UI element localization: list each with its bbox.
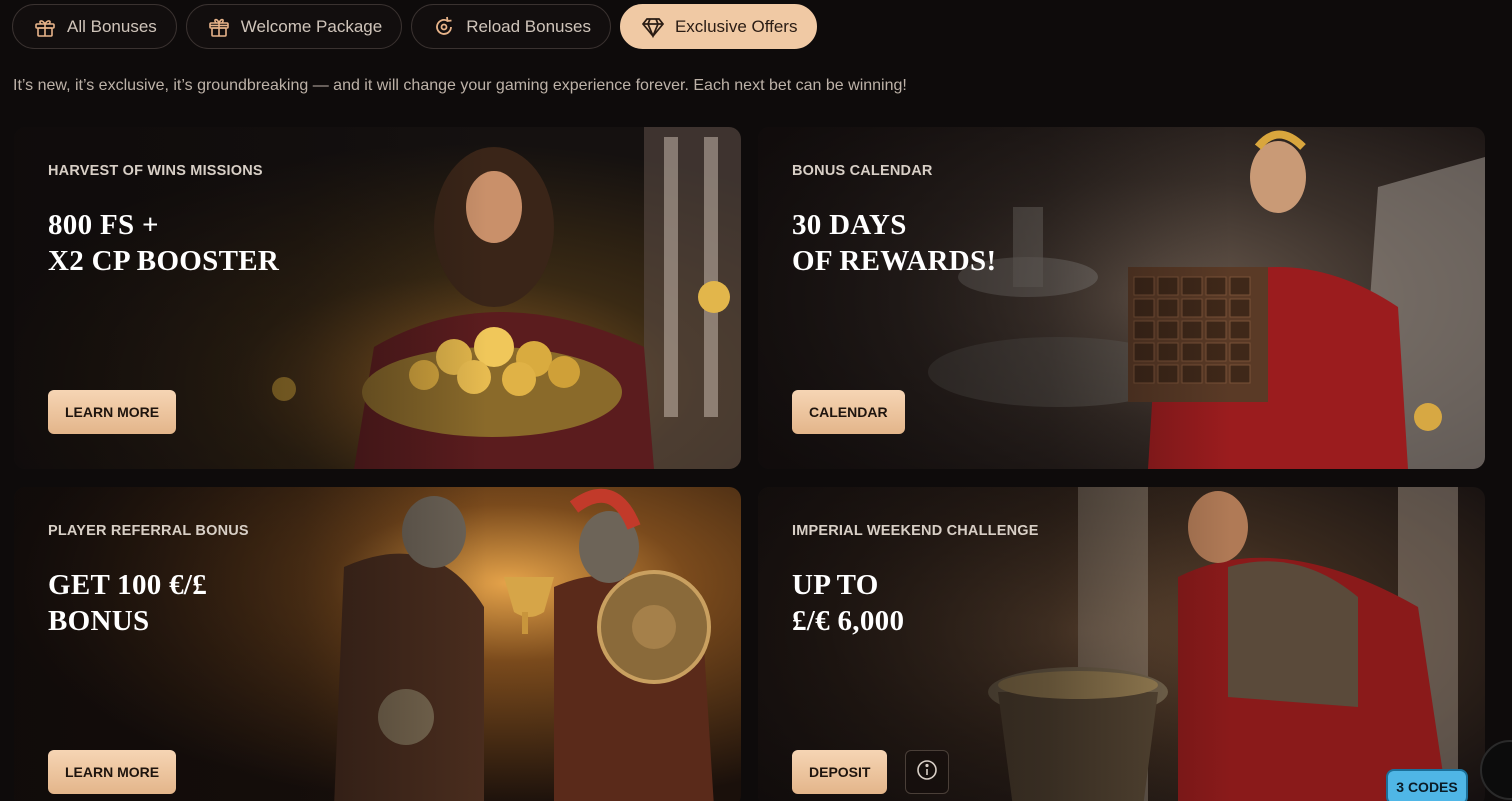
info-button[interactable] (905, 750, 949, 794)
card-label: BONUS CALENDAR (792, 163, 933, 179)
tab-all-bonuses[interactable]: All Bonuses (12, 4, 177, 49)
card-label: HARVEST OF WINS MISSIONS (48, 163, 263, 179)
intro-text: It’s new, it’s exclusive, it’s groundbre… (13, 77, 907, 94)
card-label: IMPERIAL WEEKEND CHALLENGE (792, 523, 1039, 539)
tab-label: Reload Bonuses (466, 16, 591, 36)
tab-label: All Bonuses (67, 16, 157, 36)
offer-card-calendar: BONUS CALENDAR 30 DAYS OF REWARDS! CALEN… (758, 127, 1485, 469)
tab-exclusive-offers[interactable]: Exclusive Offers (619, 4, 818, 49)
tab-label: Exclusive Offers (674, 16, 798, 36)
learn-more-button[interactable]: LEARN MORE (48, 390, 177, 434)
card-headline: 800 FS + X2 CP BOOSTER (48, 209, 280, 277)
reload-icon (432, 15, 456, 39)
info-icon (916, 759, 938, 786)
codes-badge[interactable]: 3 CODES (1386, 769, 1468, 801)
bonus-tabs: All Bonuses Welcome Package Reload Bonus… (12, 4, 818, 49)
offer-card-referral: PLAYER REFERRAL BONUS GET 100 €/£ BONUS … (14, 487, 741, 801)
calendar-button[interactable]: CALENDAR (792, 390, 905, 434)
card-headline: UP TO £/€ 6,000 (792, 569, 905, 637)
deposit-button[interactable]: DEPOSIT (792, 750, 888, 794)
offer-card-harvest: HARVEST OF WINS MISSIONS 800 FS + X2 CP … (14, 127, 741, 469)
gift-box-icon (207, 15, 231, 39)
tab-reload-bonuses[interactable]: Reload Bonuses (411, 4, 611, 49)
gift-icon (33, 15, 57, 39)
diamond-icon (641, 15, 665, 39)
card-label: PLAYER REFERRAL BONUS (48, 523, 249, 539)
tab-label: Welcome Package (240, 16, 383, 36)
bonuses-page: All Bonuses Welcome Package Reload Bonus… (0, 0, 1512, 801)
learn-more-button[interactable]: LEARN MORE (48, 750, 177, 794)
card-headline: 30 DAYS OF REWARDS! (792, 209, 997, 277)
offer-card-weekend-challenge: IMPERIAL WEEKEND CHALLENGE UP TO £/€ 6,0… (758, 487, 1485, 801)
card-headline: GET 100 €/£ BONUS (48, 569, 208, 637)
tab-welcome-package[interactable]: Welcome Package (185, 4, 403, 49)
